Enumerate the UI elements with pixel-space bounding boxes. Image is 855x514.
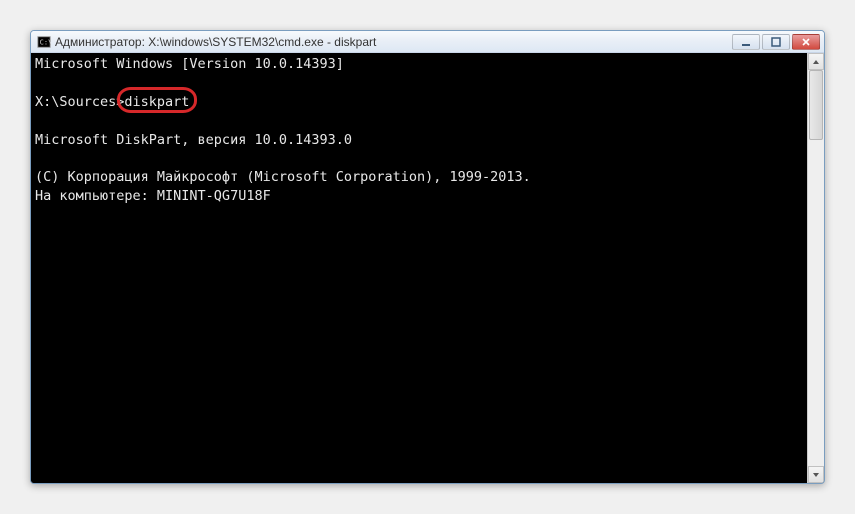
minimize-button[interactable]	[732, 34, 760, 50]
scroll-up-button[interactable]	[808, 53, 824, 70]
diskpart-version-line: Microsoft DiskPart, версия 10.0.14393.0	[35, 132, 352, 148]
svg-text:C:\: C:\	[40, 38, 51, 46]
scroll-down-button[interactable]	[808, 466, 824, 483]
scroll-track[interactable]	[808, 70, 824, 466]
entered-command: diskpart	[124, 94, 189, 110]
window-title: Администратор: X:\windows\SYSTEM32\cmd.e…	[55, 35, 732, 49]
computer-line: На компьютере: MININT-QG7U18F	[35, 188, 271, 204]
titlebar[interactable]: C:\ Администратор: X:\windows\SYSTEM32\c…	[31, 31, 824, 53]
prompt-prefix: X:\Sources>	[35, 94, 124, 110]
close-button[interactable]	[792, 34, 820, 50]
cmd-icon: C:\	[37, 35, 51, 49]
version-line: Microsoft Windows [Version 10.0.14393]	[35, 56, 344, 72]
terminal-output[interactable]: Microsoft Windows [Version 10.0.14393] X…	[31, 53, 807, 483]
scroll-thumb[interactable]	[809, 70, 823, 140]
copyright-line: (C) Корпорация Майкрософт (Microsoft Cor…	[35, 169, 531, 185]
cmd-window: C:\ Администратор: X:\windows\SYSTEM32\c…	[30, 30, 825, 484]
client-area: Microsoft Windows [Version 10.0.14393] X…	[31, 53, 824, 483]
maximize-button[interactable]	[762, 34, 790, 50]
vertical-scrollbar[interactable]	[807, 53, 824, 483]
window-controls	[732, 34, 820, 50]
